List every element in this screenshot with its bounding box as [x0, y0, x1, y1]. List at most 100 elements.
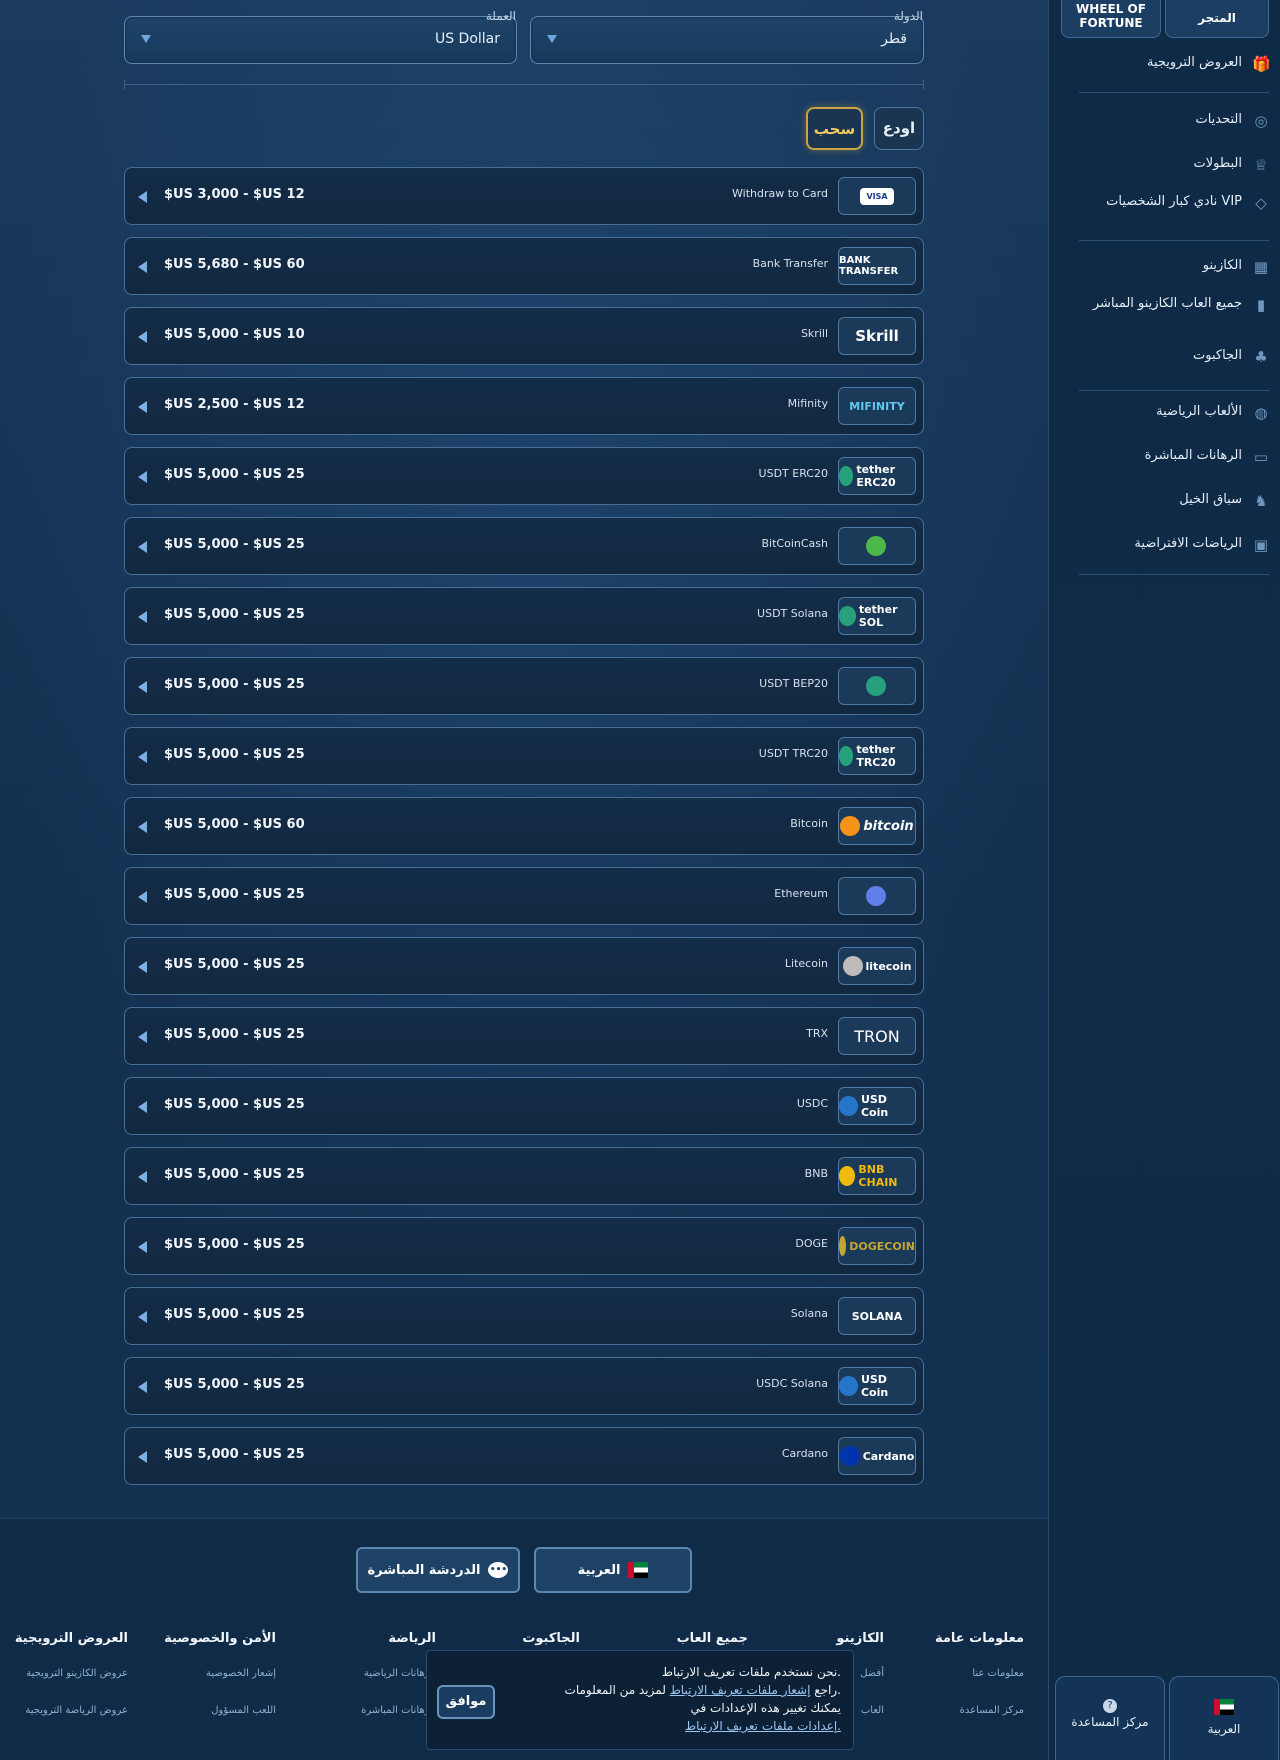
- language-label: العربية: [1207, 1722, 1241, 1736]
- method-logo-text: TRON: [854, 1026, 900, 1046]
- language-button[interactable]: العربية: [1169, 1676, 1279, 1760]
- footer-link[interactable]: مركز المساعدة: [935, 1705, 1024, 1716]
- footer-link[interactable]: الرهانات المباشرة: [361, 1705, 436, 1716]
- footer-column: جميع العاب: [677, 1631, 748, 1646]
- cookie-settings-link[interactable]: إعدادات ملفات تعريف الارتباط.: [685, 1719, 841, 1733]
- method-logo-icon: VISA: [838, 177, 916, 215]
- method-name: Bitcoin: [790, 817, 828, 830]
- currency-select[interactable]: العملة US Dollar: [124, 9, 517, 64]
- sidebar-item[interactable]: ◍ الألعاب الرياضية: [1070, 404, 1270, 422]
- footer-column-title: جميع العاب: [676, 1631, 748, 1646]
- sidebar-item-label: التحديات: [1195, 112, 1242, 127]
- method-logo-icon: Cardano: [838, 1437, 916, 1475]
- tab-withdraw[interactable]: سحب: [806, 107, 863, 150]
- divider: [124, 80, 924, 89]
- method-logo-text: BNB CHAIN: [858, 1163, 898, 1189]
- sidebar-item[interactable]: ♣ الجاكبوت: [1070, 348, 1270, 366]
- footer-link[interactable]: إشعار الخصوصية: [164, 1668, 276, 1679]
- sidebar-item-label: البطولات: [1193, 156, 1242, 171]
- method-limits: $US 5,000 - $US 25: [164, 1167, 305, 1182]
- payment-method-row[interactable]: $US 5,000 - $US 25 USDC Solana USD Coin: [124, 1357, 924, 1415]
- sidebar-item[interactable]: ▣ الرياضات الافتراضية: [1070, 536, 1270, 554]
- coin-icon: [839, 466, 854, 486]
- sidebar-item[interactable]: ♞ سباق الخيل: [1070, 492, 1270, 510]
- footer-link[interactable]: عروض الكازينو الترويجية: [15, 1668, 128, 1679]
- method-limits: $US 5,000 - $US 25: [164, 957, 305, 972]
- method-logo-text: Cardano: [862, 1449, 915, 1463]
- method-name: USDC: [796, 1097, 828, 1110]
- payment-method-row[interactable]: $US 5,000 - $US 25 DOGE DOGECOIN: [124, 1217, 924, 1275]
- caret-left-icon: [138, 821, 147, 833]
- payment-method-row[interactable]: $US 5,000 - $US 25 USDC USD Coin: [124, 1077, 924, 1135]
- cookie-notice-link[interactable]: إشعار ملفات تعريف الارتباط: [670, 1683, 811, 1697]
- caret-left-icon: [138, 1241, 147, 1253]
- tab-deposit[interactable]: اودع: [874, 107, 924, 150]
- payment-method-row[interactable]: $US 5,000 - $US 25 USDT ERC20 tether ERC20: [124, 447, 924, 505]
- cookie-banner: نحن نستخدم ملفات تعريف الارتباط. راجع إش…: [426, 1650, 854, 1750]
- method-name: Litecoin: [784, 957, 828, 970]
- help-label: مركز المساعدة: [1071, 1715, 1149, 1729]
- payment-method-row[interactable]: $US 5,000 - $US 25 Ethereum ◆: [124, 867, 924, 925]
- wheel-of-fortune-button[interactable]: WHEEL OF FORTUNE: [1061, 0, 1161, 38]
- payment-method-row[interactable]: $US 5,000 - $US 25 TRX TRON: [124, 1007, 924, 1065]
- method-logo-text: MIFINITY: [849, 399, 905, 413]
- sidebar: المتجر WHEEL OF FORTUNE 🎁 العروض الترويجي…: [1048, 0, 1280, 1760]
- payment-method-row[interactable]: $US 5,000 - $US 60 Bitcoin bitcoin: [124, 797, 924, 855]
- method-limits: $US 5,000 - $US 25: [164, 747, 305, 762]
- sidebar-item[interactable]: ◎ التحديات: [1070, 112, 1270, 130]
- payment-method-row[interactable]: $US 5,000 - $US 25 USDT Solana tether SOL: [124, 587, 924, 645]
- help-center-button[interactable]: ? مركز المساعدة: [1055, 1676, 1165, 1760]
- caret-left-icon: [138, 261, 147, 273]
- payment-method-row[interactable]: $US 5,000 - $US 25 USDT TRC20 tether TRC20: [124, 727, 924, 785]
- country-label: الدولة: [893, 9, 923, 23]
- sidebar-item[interactable]: ◇ نادي كبار الشخصيات VIP: [1070, 194, 1270, 212]
- payment-method-row[interactable]: $US 5,000 - $US 25 Cardano Cardano: [124, 1427, 924, 1485]
- method-limits: $US 5,000 - $US 25: [164, 1307, 305, 1322]
- method-logo-text: SOLANA: [851, 1309, 903, 1323]
- payment-method-row[interactable]: $US 5,000 - $US 10 Skrill Skrill: [124, 307, 924, 365]
- country-select[interactable]: الدولة قطر: [530, 9, 924, 64]
- method-limits: $US 5,000 - $US 25: [164, 467, 305, 482]
- sidebar-item[interactable]: ▦ الكازينو: [1070, 258, 1270, 276]
- sidebar-separator: [1079, 92, 1269, 93]
- footer-link[interactable]: معلومات عنا: [935, 1668, 1024, 1679]
- footer-link[interactable]: عروض الرياضة الترويجية: [15, 1705, 128, 1716]
- method-limits: $US 3,000 - $US 12: [164, 187, 305, 202]
- coin-icon: [865, 676, 886, 696]
- sidebar-item-label: الألعاب الرياضية: [1156, 404, 1242, 419]
- sidebar-item[interactable]: 🎁 العروض الترويجية: [1070, 55, 1271, 73]
- method-name: TRX: [806, 1027, 828, 1040]
- store-button[interactable]: المتجر: [1165, 0, 1269, 38]
- payment-method-row[interactable]: $US 3,000 - $US 12 Withdraw to Card VISA: [124, 167, 924, 225]
- method-logo-text: tether ERC20: [856, 463, 896, 489]
- method-limits: $US 5,000 - $US 25: [164, 1027, 305, 1042]
- footer-link[interactable]: الرهانات الرياضية: [361, 1668, 436, 1679]
- footer-language-button[interactable]: العربية: [534, 1547, 692, 1593]
- live-chat-button[interactable]: الدردشة المباشرة •••: [356, 1547, 520, 1593]
- caret-left-icon: [138, 541, 147, 553]
- payment-method-row[interactable]: $US 5,000 - $US 25 Solana SOLANA: [124, 1287, 924, 1345]
- sidebar-item[interactable]: ♕ البطولات: [1070, 156, 1270, 174]
- footer-link[interactable]: اللعب المسؤول: [164, 1705, 276, 1716]
- payment-method-row[interactable]: $US 5,000 - $US 25 BNB BNB CHAIN: [124, 1147, 924, 1205]
- cookie-accept-button[interactable]: موافق: [437, 1685, 495, 1719]
- payment-method-row[interactable]: $US 5,000 - $US 25 Litecoin litecoin: [124, 937, 924, 995]
- method-logo-icon: ₿: [838, 527, 916, 565]
- payment-method-row[interactable]: $US 5,000 - $US 25 USDT BEP20 T: [124, 657, 924, 715]
- method-logo-text: tether SOL: [858, 603, 898, 629]
- coin-icon: [839, 1166, 856, 1186]
- cookie-line-3: يمكنك تغيير هذه الإعدادات في: [690, 1701, 842, 1715]
- sidebar-item[interactable]: ▮ جميع العاب الكازينو المباشر: [1070, 296, 1270, 314]
- payment-method-row[interactable]: $US 5,680 - $US 60 Bank Transfer BANK TRAN…: [124, 237, 924, 295]
- footer-column-title: معلومات عامة: [934, 1631, 1024, 1646]
- payment-method-row[interactable]: $US 5,000 - $US 25 BitCoinCash ₿: [124, 517, 924, 575]
- coin-icon: [842, 956, 863, 976]
- uae-flag-icon: [1214, 1699, 1234, 1715]
- sidebar-item-label: الكازينو: [1202, 258, 1242, 273]
- sidebar-item[interactable]: ▭ الرهانات المباشرة: [1070, 448, 1270, 466]
- method-limits: $US 5,000 - $US 25: [164, 1447, 305, 1462]
- footer-column: الرياضة الرهانات الرياضية الرهانات المباشر…: [361, 1631, 436, 1716]
- footer-column-title: العروض الترويجية: [14, 1631, 128, 1646]
- clover-icon: ♣: [1254, 348, 1268, 366]
- payment-method-row[interactable]: $US 2,500 - $US 12 Mifinity MIFINITY: [124, 377, 924, 435]
